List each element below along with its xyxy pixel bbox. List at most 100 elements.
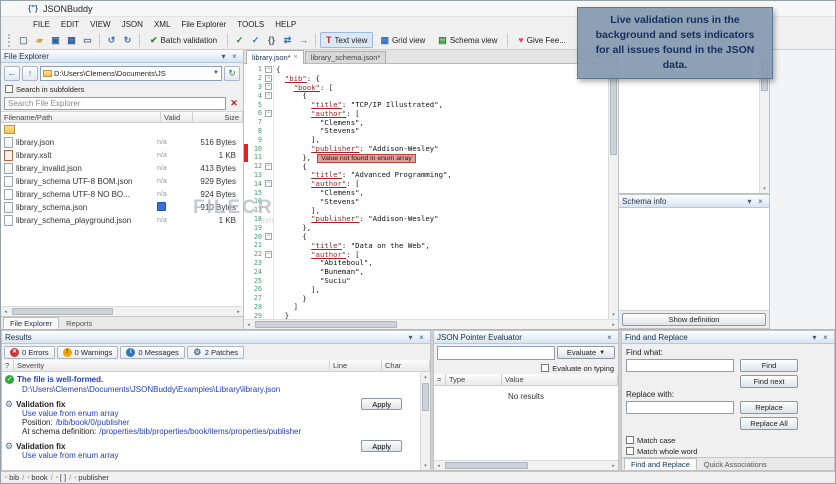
grid-view-button[interactable]: ▦ Grid view — [374, 32, 431, 48]
file-row[interactable]: library_invalid.json n/a 413 Bytes — [1, 162, 243, 175]
open-file-icon[interactable]: ▰ — [32, 33, 47, 48]
fold-collapse-icon[interactable]: − — [265, 109, 272, 117]
results-vscrollbar[interactable]: ▴ ▾ — [420, 372, 430, 470]
schema-info-header[interactable]: Schema info ▾ × — [619, 195, 769, 208]
file-row[interactable]: library.json n/a 516 Bytes — [1, 136, 243, 149]
find-input[interactable] — [626, 358, 734, 372]
evaluator-column-item[interactable]: = — [434, 374, 446, 385]
editor-line-27[interactable]: 27 } — [244, 294, 608, 303]
close-icon[interactable]: × — [604, 333, 615, 342]
editor-line-20[interactable]: 20− { — [244, 232, 608, 241]
batch-validation-button[interactable]: ✔ Batch validation — [144, 32, 223, 48]
file-row[interactable] — [1, 123, 243, 136]
editor-line-26[interactable]: 26 ], — [244, 285, 608, 294]
schema-view-button[interactable]: ▤ Schema view — [432, 32, 503, 48]
fold-collapse-icon[interactable]: − — [265, 83, 272, 91]
scroll-right-icon[interactable]: ▸ — [609, 461, 618, 470]
editor-line-15[interactable]: 15 "Clemens", — [244, 188, 608, 197]
replace-all-button[interactable]: Replace All — [740, 416, 798, 430]
file-list-hscrollbar[interactable]: ◂ ▸ — [1, 306, 243, 316]
fold-collapse-icon[interactable]: − — [265, 250, 272, 258]
editor-line-13[interactable]: 13 "title": "Advanced Programming", — [244, 170, 608, 179]
checkbox-icon[interactable] — [5, 85, 13, 93]
menu-file[interactable]: FILE — [28, 19, 55, 30]
checkbox-icon[interactable] — [626, 447, 634, 455]
editor-line-28[interactable]: 28 ] — [244, 302, 608, 311]
menu-help[interactable]: HELP — [270, 19, 301, 30]
scroll-thumb[interactable] — [610, 75, 617, 155]
warnings-filter-button[interactable]: ! 0 Warnings — [56, 345, 119, 359]
show-definition-button[interactable]: Show definition — [622, 313, 766, 326]
menu-json[interactable]: JSON — [117, 19, 148, 30]
results-header[interactable]: Results ▾ × — [2, 331, 430, 344]
checkbox-icon[interactable] — [626, 436, 634, 444]
evaluator-column-type[interactable]: Type — [446, 374, 502, 385]
check-well-formed-icon[interactable]: ✓ — [248, 33, 263, 48]
editor-line-25[interactable]: 25 "Suciu" — [244, 276, 608, 285]
scroll-down-icon[interactable]: ▾ — [760, 184, 769, 193]
editor-tab-library-schema-json[interactable]: library_schema.json* — [304, 51, 387, 63]
menu-file-explorer[interactable]: File Explorer — [176, 19, 231, 30]
editor-line-19[interactable]: 19 }, — [244, 223, 608, 232]
tab-reports[interactable]: Reports — [59, 317, 99, 329]
fold-collapse-icon[interactable]: − — [265, 74, 272, 82]
breadcrumb-segment[interactable]: ▪[ ] — [56, 473, 66, 482]
errors-filter-button[interactable]: ✕ 0 Errors — [4, 345, 55, 359]
convert-icon[interactable]: ⇄ — [280, 33, 295, 48]
chevron-down-icon[interactable]: ▾ — [744, 197, 755, 206]
menu-tools[interactable]: TOOLS — [232, 19, 269, 30]
scroll-down-icon[interactable]: ▾ — [609, 310, 618, 319]
menu-edit[interactable]: EDIT — [56, 19, 84, 30]
close-icon[interactable]: × — [755, 197, 766, 206]
results-column-line[interactable]: Line — [330, 360, 382, 371]
breadcrumb-segment[interactable]: ▪ book — [27, 473, 47, 482]
up-folder-button[interactable]: ↑ — [22, 65, 38, 81]
editor-line-11[interactable]: 11 }, Value not found in enum array — [244, 153, 608, 163]
editor-tab-library-json[interactable]: library.json* × — [246, 50, 304, 64]
scroll-left-icon[interactable]: ◂ — [244, 320, 253, 329]
apply-fix-button[interactable]: Apply — [361, 398, 402, 410]
scroll-thumb[interactable] — [445, 462, 528, 469]
give-feedback-button[interactable]: ♥ Give Fee... — [512, 32, 571, 48]
editor-line-14[interactable]: 14− "author": [ — [244, 179, 608, 188]
save-all-icon[interactable]: ▦ — [64, 33, 79, 48]
clear-search-icon[interactable]: ✕ — [228, 98, 240, 109]
editor-vscrollbar[interactable]: ▴ ▾ — [608, 64, 618, 319]
evaluate-button[interactable]: Evaluate ▼ — [557, 346, 615, 359]
fold-collapse-icon[interactable]: − — [265, 92, 272, 100]
evaluator-header[interactable]: JSON Pointer Evaluator × — [434, 331, 618, 344]
editor-hscrollbar[interactable]: ◂ ▸ — [244, 319, 618, 329]
file-row[interactable]: library_schema.json 910 Bytes — [1, 201, 243, 214]
results-column-item[interactable]: ? — [2, 360, 14, 371]
editor-line-24[interactable]: 24 "Buneman", — [244, 267, 608, 276]
chevron-down-icon[interactable]: ▾ — [218, 52, 229, 61]
editor-line-8[interactable]: 8 "Stevens" — [244, 126, 608, 135]
editor-line-4[interactable]: 4− { — [244, 91, 608, 100]
fold-collapse-icon[interactable]: − — [265, 65, 272, 73]
menu-xml[interactable]: XML — [149, 19, 175, 30]
option-match-case[interactable]: Match case — [626, 435, 830, 445]
scroll-thumb[interactable] — [422, 383, 429, 411]
editor-line-22[interactable]: 22− "author": [ — [244, 250, 608, 259]
scroll-up-icon[interactable]: ▴ — [421, 372, 430, 381]
fix-action[interactable]: Use value from enum array — [22, 451, 118, 460]
chevron-down-icon[interactable]: ▼ — [213, 70, 219, 76]
editor-line-12[interactable]: 12− { — [244, 162, 608, 171]
patches-filter-button[interactable]: ⚙ 2 Patches — [186, 345, 245, 359]
editor-line-17[interactable]: 17 ], — [244, 206, 608, 215]
find-next-button[interactable]: Find next — [740, 374, 798, 388]
scroll-left-icon[interactable]: ◂ — [434, 461, 443, 470]
editor-line-16[interactable]: 16 "Stevens" — [244, 197, 608, 206]
apply-fix-button[interactable]: Apply — [361, 440, 402, 452]
validation-error-message[interactable]: Value not found in enum array — [317, 153, 416, 163]
menu-view[interactable]: VIEW — [85, 19, 115, 30]
code-editor[interactable]: 1−{2− "bib": {3− "book": [4− {5 "title":… — [244, 64, 608, 319]
close-icon[interactable]: × — [229, 52, 240, 61]
fold-collapse-icon[interactable]: − — [265, 233, 272, 241]
fold-collapse-icon[interactable]: − — [265, 162, 272, 170]
results-column-char[interactable]: Char — [382, 360, 430, 371]
editor-line-7[interactable]: 7 "Clemens", — [244, 118, 608, 127]
path-combobox[interactable]: D:\Users\Clemens\Documents\JS ▼ — [40, 65, 222, 81]
editor-line-3[interactable]: 3− "book": [ — [244, 83, 608, 92]
search-input[interactable] — [4, 96, 226, 110]
